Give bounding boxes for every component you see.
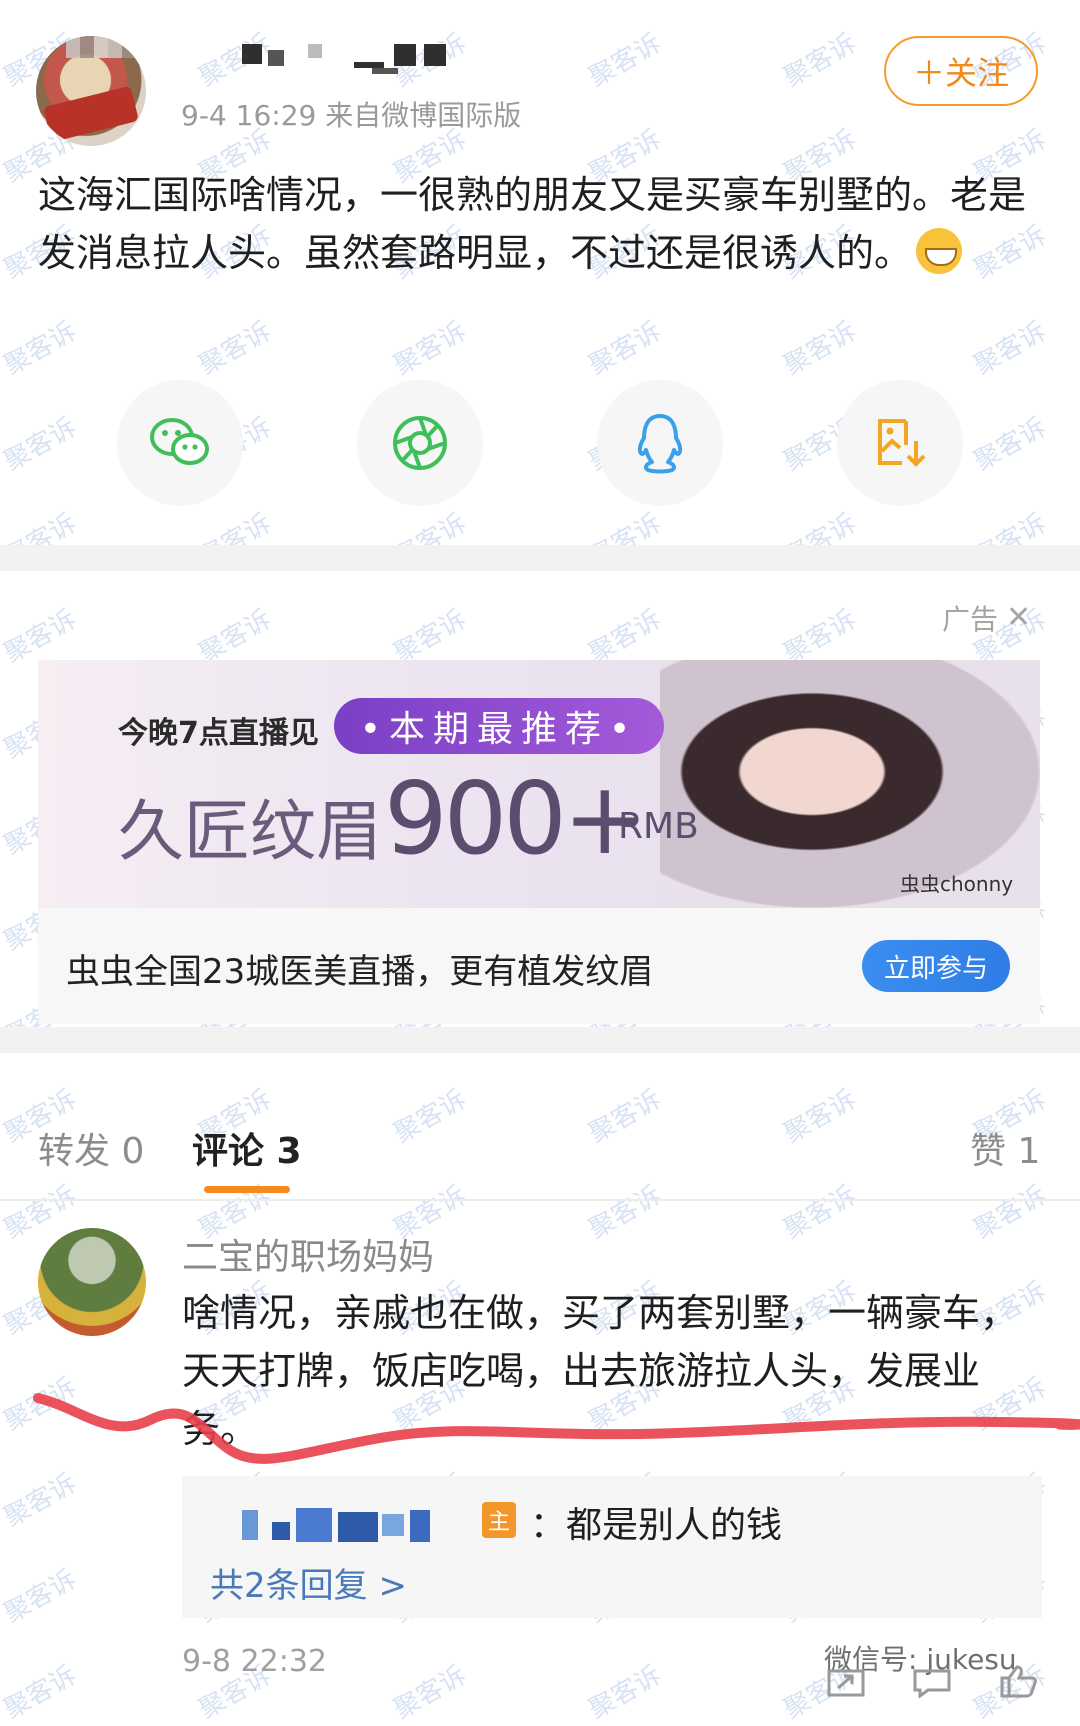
watermark-text: 聚客诉 bbox=[388, 1084, 472, 1150]
watermark-text: 聚客诉 bbox=[778, 1084, 862, 1150]
tab-like[interactable]: 赞 1 bbox=[970, 1122, 1040, 1174]
share-moments-button[interactable] bbox=[357, 380, 483, 506]
repost-icon[interactable] bbox=[826, 1668, 866, 1698]
ad-caption: 虫虫全国23城医美直播，更有植发纹眉 bbox=[66, 952, 654, 992]
ad-highlight-pill: •本期最推荐• bbox=[334, 698, 664, 754]
ad-price-unit: RMB bbox=[618, 806, 699, 847]
follow-button[interactable]: ＋关注 bbox=[884, 36, 1038, 106]
red-underline-annotation bbox=[33, 1393, 1080, 1464]
ad-close-icon[interactable]: ✕ bbox=[1006, 600, 1031, 635]
commenter-avatar[interactable] bbox=[38, 1228, 146, 1336]
wechat-icon bbox=[150, 418, 209, 465]
post-body: 这海汇国际啥情况，一很熟的朋友又是买豪车别墅的。老是发消息拉人头。虽然套路明显，… bbox=[38, 173, 1027, 275]
ad-label: 广告 bbox=[942, 603, 999, 636]
watermark-text: 聚客诉 bbox=[388, 316, 472, 382]
author-reply-badge: 主 bbox=[482, 1502, 516, 1538]
moments-icon bbox=[393, 416, 447, 470]
save-image-icon bbox=[878, 419, 926, 467]
author-name-redacted[interactable] bbox=[176, 40, 496, 80]
like-icon[interactable] bbox=[998, 1664, 1038, 1698]
tab-repost[interactable]: 转发 0 bbox=[38, 1122, 144, 1174]
ad-live-text: 今晚7点直播见 bbox=[118, 716, 319, 751]
watermark-text: 聚客诉 bbox=[968, 316, 1052, 382]
watermark-text: 聚客诉 bbox=[0, 1564, 82, 1630]
save-image-button[interactable] bbox=[837, 380, 963, 506]
grinning-emoji-icon bbox=[916, 228, 963, 274]
reply-user-redacted[interactable] bbox=[242, 1504, 438, 1544]
section-divider bbox=[0, 1027, 1080, 1053]
watermark-text: 聚客诉 bbox=[583, 1180, 667, 1246]
watermark-text: 聚客诉 bbox=[583, 28, 667, 94]
comment-time: 9-8 22:32 bbox=[182, 1644, 327, 1679]
watermark-text: 聚客诉 bbox=[583, 1084, 667, 1150]
tab-divider bbox=[0, 1199, 1080, 1201]
watermark-text: 聚客诉 bbox=[778, 1180, 862, 1246]
mosaic-blur bbox=[66, 36, 146, 58]
qq-icon bbox=[637, 414, 683, 474]
ad-model-name: 虫虫chonny bbox=[900, 872, 1014, 896]
watermark-text: 聚客诉 bbox=[778, 28, 862, 94]
watermark-text: 聚客诉 bbox=[968, 412, 1052, 478]
post-text: 这海汇国际啥情况，一很熟的朋友又是买豪车别墅的。老是发消息拉人头。虽然套路明显，… bbox=[38, 166, 1028, 282]
comment-icon[interactable] bbox=[912, 1668, 952, 1698]
post-meta: 9-4 16:29 来自微博国际版 bbox=[181, 99, 522, 132]
watermark-text: 聚客诉 bbox=[193, 316, 277, 382]
watermark-text: 聚客诉 bbox=[0, 1468, 82, 1534]
reply-text: ：都是别人的钱 bbox=[530, 1505, 783, 1546]
ad-cta-button[interactable]: 立即参与 bbox=[862, 940, 1010, 992]
ad-price-text: 900+ bbox=[384, 760, 647, 877]
tab-comment[interactable]: 评论 3 bbox=[192, 1122, 302, 1174]
reply-preview[interactable]: 主 ：都是别人的钱 共2条回复 > bbox=[182, 1476, 1042, 1618]
active-tab-indicator bbox=[204, 1186, 290, 1193]
section-divider bbox=[0, 545, 1080, 571]
view-replies-link[interactable]: 共2条回复 > bbox=[210, 1558, 407, 1607]
watermark-text: 聚客诉 bbox=[968, 1180, 1052, 1246]
watermark-text: 聚客诉 bbox=[583, 316, 667, 382]
watermark-text: 聚客诉 bbox=[388, 1660, 472, 1726]
watermark-text: 聚客诉 bbox=[583, 1660, 667, 1726]
ad-footer: 虫虫全国23城医美直播，更有植发纹眉 立即参与 bbox=[38, 908, 1040, 1024]
ad-brand-text: 久匠纹眉 bbox=[118, 793, 382, 870]
watermark-text: 聚客诉 bbox=[0, 1660, 82, 1726]
share-qq-button[interactable] bbox=[597, 380, 723, 506]
author-avatar[interactable] bbox=[36, 36, 146, 146]
watermark-text: 聚客诉 bbox=[0, 412, 82, 478]
watermark-text: 聚客诉 bbox=[778, 316, 862, 382]
watermark-text: 聚客诉 bbox=[0, 316, 82, 382]
ad-banner[interactable]: 今晚7点直播见 •本期最推荐• 久匠纹眉 900+ RMB 虫虫chonny bbox=[38, 660, 1040, 908]
commenter-name[interactable]: 二宝的职场妈妈 bbox=[182, 1228, 434, 1280]
share-wechat-button[interactable] bbox=[117, 380, 243, 506]
